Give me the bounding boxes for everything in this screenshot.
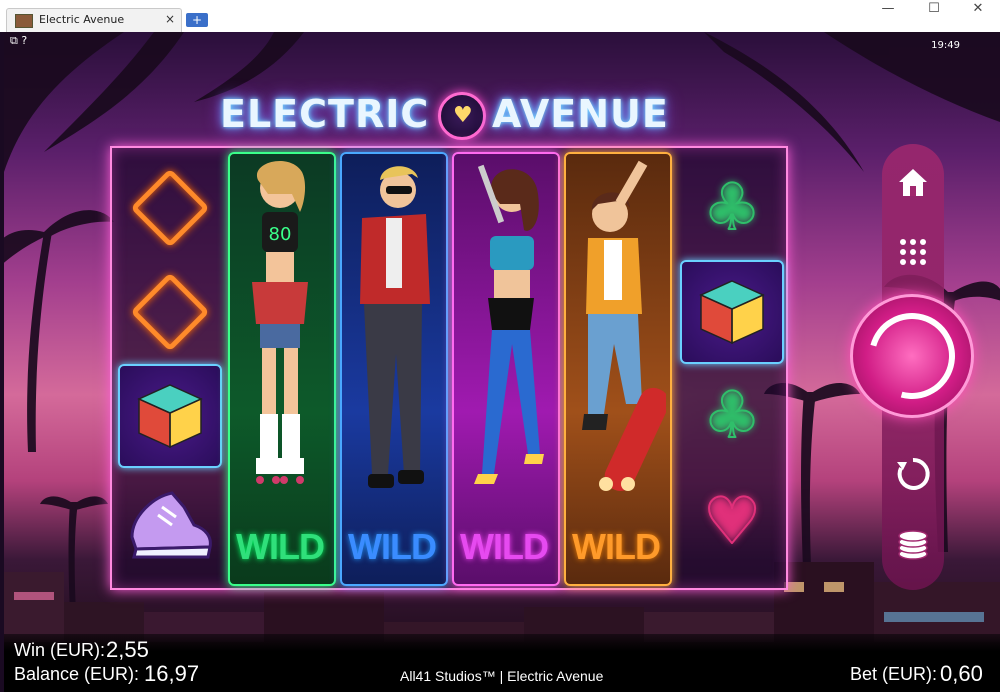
sneaker-icon bbox=[130, 491, 212, 559]
clock: 19:49 bbox=[931, 40, 960, 51]
game-logo: ELECTRIC ♥ AVENUE bbox=[214, 90, 684, 140]
win-value: 2,55 bbox=[106, 637, 149, 662]
club-symbol: ♣ bbox=[702, 378, 761, 454]
studio-credit: All41 Studios™ | Electric Avenue bbox=[400, 668, 604, 684]
tab-electric-avenue[interactable]: Electric Avenue × bbox=[6, 8, 182, 32]
club-symbol: ♣ bbox=[702, 170, 761, 246]
orange-diamond-symbol bbox=[118, 156, 222, 260]
reel-5-wild bbox=[564, 152, 672, 586]
reel-6: ♣ ♣ ♥ bbox=[674, 154, 784, 582]
orange-diamond-symbol bbox=[118, 260, 222, 364]
balance-label: Balance (EUR): bbox=[14, 664, 140, 684]
browser-chrome: Electric Avenue × + — ☐ ✕ bbox=[0, 0, 1000, 32]
rubiks-cube-icon bbox=[137, 384, 203, 449]
rubiks-cube-symbol bbox=[680, 260, 784, 364]
bet-label: Bet (EUR): bbox=[850, 664, 938, 684]
bet-value[interactable]: 0,60 bbox=[940, 661, 983, 687]
game-canvas[interactable]: ⧉ ? 19:49 ELECTRIC ♥ AVENUE 80 WILD WILD… bbox=[4, 32, 1000, 692]
singer-girl-character bbox=[474, 164, 544, 484]
tab-title: Electric Avenue bbox=[39, 13, 125, 26]
window-close-button[interactable]: ✕ bbox=[956, 0, 1000, 18]
grid-icon[interactable] bbox=[895, 234, 931, 270]
wild-label: WILD bbox=[236, 526, 325, 567]
reel-2-wild: 80 bbox=[228, 152, 336, 586]
reel-1 bbox=[112, 154, 222, 582]
reels-grid: 80 WILD WILD WILD WILD ♣ ♣ ♥ bbox=[110, 146, 788, 590]
autoplay-icon[interactable] bbox=[895, 456, 931, 492]
reel-4-wild bbox=[452, 152, 560, 586]
coins-icon[interactable] bbox=[895, 526, 931, 562]
svg-text:80: 80 bbox=[269, 224, 292, 245]
fullscreen-help-icons[interactable]: ⧉ ? bbox=[10, 34, 27, 48]
balance-value: 16,97 bbox=[144, 661, 200, 686]
maximize-button[interactable]: ☐ bbox=[912, 0, 956, 18]
heart-symbol: ♥ bbox=[702, 484, 761, 560]
wild-label: WILD bbox=[348, 526, 437, 567]
sneaker-symbol bbox=[118, 470, 222, 574]
logo-text-left: ELECTRIC bbox=[220, 92, 430, 136]
spin-button[interactable] bbox=[850, 294, 974, 418]
roller-girl-character: 80 bbox=[252, 160, 308, 484]
new-tab-button[interactable]: + bbox=[186, 13, 208, 27]
tab-close-button[interactable]: × bbox=[165, 12, 175, 26]
logo-text-right: AVENUE bbox=[492, 92, 669, 136]
wild-label: WILD bbox=[460, 526, 549, 567]
red-jacket-guy-character bbox=[360, 166, 430, 488]
home-icon[interactable] bbox=[895, 164, 931, 200]
info-bar: Win (EUR): 2,55 Balance (EUR): 16,97 All… bbox=[4, 634, 1000, 692]
spin-icon bbox=[853, 297, 971, 415]
win-label: Win (EUR): bbox=[14, 640, 105, 660]
rubiks-cube-icon bbox=[699, 280, 765, 345]
minimize-button[interactable]: — bbox=[866, 0, 910, 18]
skater-guy-character bbox=[582, 160, 670, 492]
reel-3-wild bbox=[340, 152, 448, 586]
cocktail-emblem-icon: ♥ bbox=[438, 92, 486, 140]
wild-label: WILD bbox=[572, 526, 661, 567]
tab-favicon-icon bbox=[15, 14, 33, 28]
rubiks-cube-symbol bbox=[118, 364, 222, 468]
